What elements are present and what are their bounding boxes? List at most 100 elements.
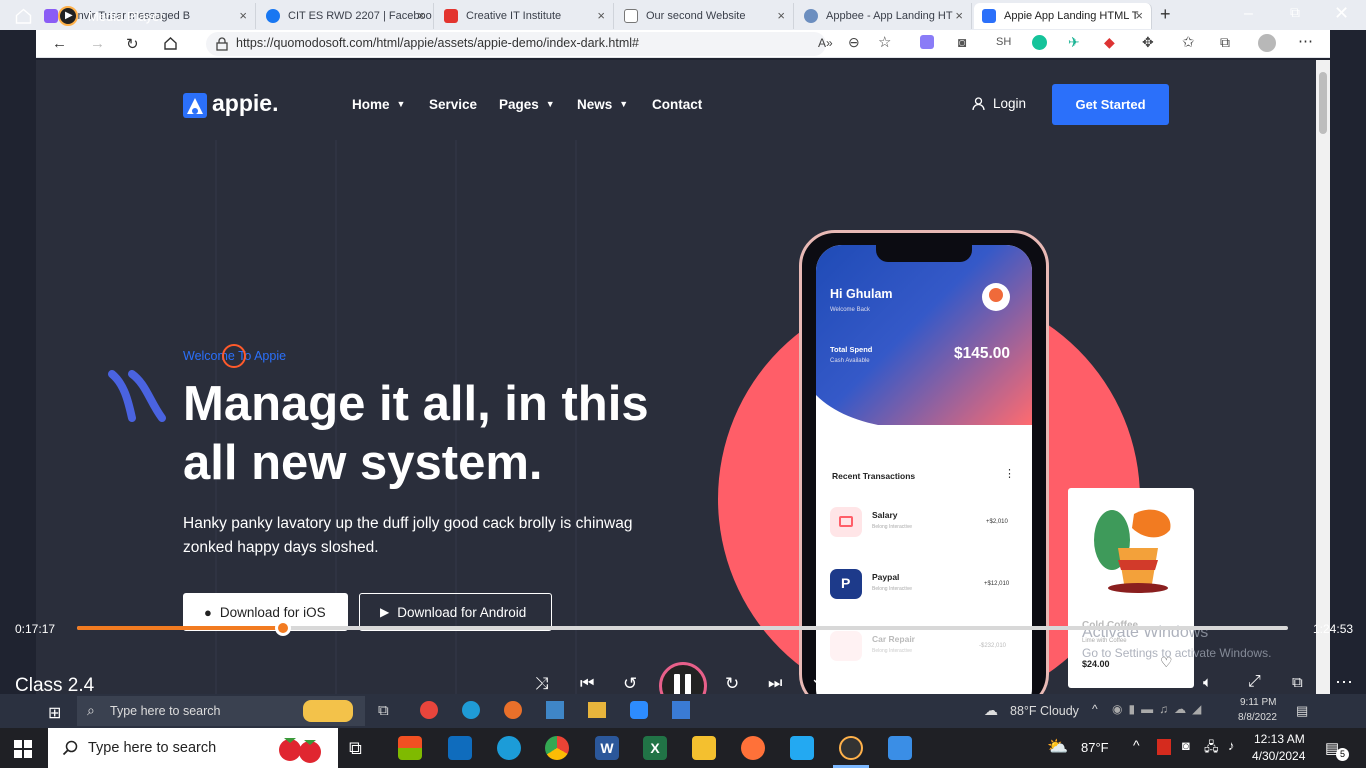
word-icon[interactable]: W <box>595 736 619 760</box>
more-icon[interactable]: ⋯ <box>1298 32 1313 50</box>
weather-icon: ☁ <box>984 702 998 718</box>
nav-label: News <box>577 97 613 112</box>
video-title: Class 2.4 <box>15 675 95 694</box>
home-icon[interactable] <box>163 36 178 51</box>
firefox-icon[interactable] <box>504 701 522 719</box>
nav-contact[interactable]: Contact <box>652 97 702 112</box>
camera-icon[interactable]: ◙ <box>958 34 966 50</box>
vscode-icon[interactable] <box>672 701 690 719</box>
login-link[interactable]: Login <box>972 96 1026 111</box>
grammarly-icon[interactable] <box>1032 35 1047 50</box>
photos-icon[interactable] <box>888 736 912 760</box>
recorded-clock-date: 8/8/2022 <box>1238 712 1277 723</box>
edge-icon[interactable] <box>462 701 480 719</box>
minimize-icon[interactable]: – <box>1244 5 1253 23</box>
fullscreen-icon[interactable]: ⤢ <box>1248 673 1261 691</box>
transaction-amount: +$2,010 <box>986 519 1008 525</box>
volume-icon[interactable]: 🔈︎ <box>1203 674 1212 691</box>
login-label: Login <box>993 96 1027 111</box>
forward-30-icon[interactable]: ↻ <box>725 674 739 694</box>
app-icon[interactable] <box>546 701 564 719</box>
forward-arrow-icon[interactable]: → <box>90 35 105 52</box>
chrome-icon[interactable] <box>420 701 438 719</box>
home-icon[interactable] <box>15 8 32 24</box>
chrome-icon[interactable] <box>545 736 569 760</box>
weather-text: 88°F Cloudy <box>1010 704 1079 718</box>
tray-chevron-icon[interactable]: ^ <box>1092 702 1098 716</box>
extension-icon[interactable] <box>920 35 934 49</box>
network-icon[interactable]: 🖧︎ <box>1204 738 1219 760</box>
file-explorer-icon[interactable] <box>692 736 716 760</box>
excel-icon[interactable]: X <box>643 736 667 760</box>
extension-icon[interactable]: ✈ <box>1068 34 1080 51</box>
tray-chevron-icon[interactable]: ^ <box>1133 737 1140 753</box>
lock-icon[interactable] <box>216 37 228 51</box>
task-view-icon[interactable]: ⧉ <box>378 702 389 719</box>
get-started-button[interactable]: Get Started <box>1052 84 1169 125</box>
volume-icon[interactable]: ♪ <box>1228 738 1235 753</box>
media-player-taskbar-icon[interactable] <box>839 736 863 760</box>
acrobat-icon[interactable] <box>1157 739 1171 755</box>
collections-icon[interactable]: ⧉ <box>1220 34 1230 51</box>
zoom-icon[interactable]: ⊖ <box>848 34 860 51</box>
close-icon[interactable]: ✕ <box>1334 3 1349 24</box>
puzzle-icon[interactable]: ✥ <box>1142 34 1154 51</box>
camera-icon[interactable]: ◙ <box>1182 738 1190 753</box>
windows-logo-icon[interactable]: ⊞ <box>48 703 61 723</box>
back-arrow-icon[interactable]: ← <box>52 35 67 52</box>
windows-start-icon[interactable] <box>14 740 32 758</box>
header-wave <box>816 395 1032 455</box>
vscode-icon[interactable] <box>790 736 814 760</box>
current-time: 0:17:17 <box>15 622 56 636</box>
page-scrollbar[interactable] <box>1316 60 1330 694</box>
more-icon[interactable]: ⋯ <box>1335 672 1353 693</box>
refresh-icon[interactable]: ↻ <box>126 35 139 53</box>
avatar[interactable] <box>1258 34 1276 52</box>
address-bar[interactable]: https://quomodosoft.com/html/appie/asset… <box>206 32 826 56</box>
seek-thumb[interactable] <box>274 620 291 636</box>
avatar <box>982 283 1010 311</box>
transaction-amount: +$12,010 <box>984 581 1010 587</box>
cursor-highlight <box>222 344 246 368</box>
edge-icon[interactable] <box>497 736 521 760</box>
nav-service[interactable]: Service <box>429 97 477 112</box>
firefox-icon[interactable] <box>741 736 765 760</box>
clock-date[interactable]: 4/30/2024 <box>1252 749 1305 763</box>
logo-text[interactable]: appie. <box>212 90 278 117</box>
next-icon[interactable]: ⏭ <box>768 675 782 693</box>
chevron-down-icon: ▼ <box>396 99 406 109</box>
mail-icon[interactable] <box>448 736 472 760</box>
website-page: appie. Home ▼ Service Pages ▼ News ▼ Contac… <box>36 60 1316 694</box>
read-aloud-icon[interactable]: A» <box>818 36 833 50</box>
extension-icon[interactable]: ◆ <box>1104 34 1115 51</box>
shuffle-icon[interactable]: ⤨ <box>535 674 549 694</box>
taskbar-search-box[interactable]: Type here to search <box>48 728 338 768</box>
nav-news[interactable]: News ▼ <box>577 97 628 112</box>
pause-icon <box>674 674 680 694</box>
mini-player-icon[interactable]: ⧉ <box>1292 674 1303 691</box>
recorded-search-box[interactable]: ⌕ Type here to search <box>77 696 365 726</box>
file-explorer-icon[interactable] <box>588 702 606 718</box>
favorite-add-icon[interactable]: ☆ <box>878 33 891 51</box>
rewind-10-icon[interactable]: ↺ <box>623 674 637 694</box>
restore-icon[interactable]: ⧉ <box>1290 4 1300 21</box>
browser-toolbar: ← → ↻ https://quomodosoft.com/html/appie… <box>36 30 1330 58</box>
captions-icon[interactable]: ▭ <box>1158 674 1172 692</box>
logo-icon[interactable] <box>183 93 207 118</box>
favorites-icon[interactable]: ✩ <box>1182 33 1195 51</box>
previous-icon[interactable]: ⏮ <box>580 675 594 693</box>
scrollbar-thumb[interactable] <box>1319 72 1327 134</box>
pause-button[interactable] <box>659 662 707 694</box>
task-view-icon[interactable]: ⧉ <box>349 738 362 759</box>
repeat-off-icon[interactable]: ⟲ <box>813 673 827 693</box>
hero-decoration-shape <box>108 370 166 422</box>
clock-time[interactable]: 12:13 AM <box>1254 732 1305 746</box>
nav-pages[interactable]: Pages ▼ <box>499 97 555 112</box>
microsoft-store-icon[interactable] <box>398 736 422 760</box>
seek-bar[interactable] <box>77 620 1288 636</box>
salary-icon <box>830 507 862 537</box>
profile-initials[interactable]: SH <box>996 36 1011 48</box>
notification-icon[interactable]: ▤ <box>1296 703 1308 719</box>
zoom-app-icon[interactable] <box>630 701 648 719</box>
nav-home[interactable]: Home ▼ <box>352 97 405 112</box>
